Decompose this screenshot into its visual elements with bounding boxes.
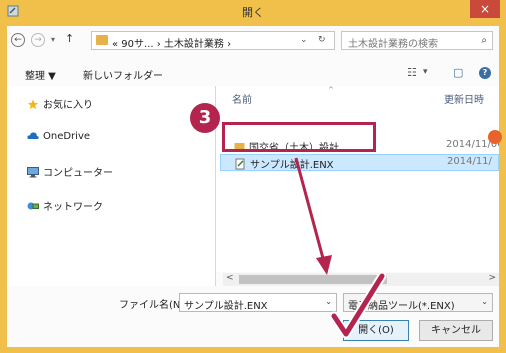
column-header-name[interactable]: 名前: [232, 91, 252, 106]
file-name-text: サンプル設計.ENX: [250, 160, 334, 171]
refresh-icon[interactable]: ↻: [318, 35, 326, 45]
new-folder-button[interactable]: 新しいフォルダー: [83, 67, 163, 82]
filename-field[interactable]: サンプル設計.ENX ⌄: [179, 293, 337, 312]
close-button[interactable]: ×: [470, 0, 500, 18]
open-button[interactable]: 開く(O): [343, 320, 409, 341]
up-button[interactable]: ↑: [65, 32, 74, 45]
scroll-right-icon[interactable]: >: [488, 273, 496, 283]
scroll-thumb[interactable]: [239, 275, 387, 284]
filename-value: サンプル設計.ENX: [184, 301, 268, 312]
computer-icon: [27, 167, 39, 178]
nav-item-computer[interactable]: コンピューター: [27, 164, 113, 179]
view-options-icon[interactable]: ☷: [407, 66, 417, 79]
back-button[interactable]: ←: [11, 33, 25, 47]
network-icon: [27, 202, 39, 210]
command-toolbar: 整理 ▼ 新しいフォルダー ☷ ▾ ▢ ?: [7, 62, 499, 86]
navigation-pane: お気に入り OneDrive コンピューター ネットワーク: [7, 86, 215, 286]
cancel-button[interactable]: キャンセル: [419, 320, 493, 341]
column-header-date[interactable]: 更新日時: [444, 91, 484, 106]
view-dropdown-icon[interactable]: ▾: [423, 67, 428, 77]
nav-item-network[interactable]: ネットワーク: [27, 198, 103, 213]
filename-label: ファイル名(N):: [119, 300, 188, 311]
dialog-client: ← → ▾ ↑ « 90サ... › 土木設計業務 › ⌄ ↻ 土木設計業務の検…: [7, 26, 499, 347]
help-icon[interactable]: ?: [479, 67, 491, 79]
nav-item-label: コンピューター: [43, 168, 113, 179]
chevron-down-icon[interactable]: ⌄: [325, 297, 332, 306]
title-bar: 開く ×: [0, 0, 506, 22]
address-path: « 90サ... › 土木設計業務 ›: [112, 39, 232, 50]
organize-menu[interactable]: 整理 ▼: [25, 67, 56, 82]
nav-item-onedrive[interactable]: OneDrive: [27, 130, 90, 142]
step-number-badge: 3: [190, 103, 220, 133]
nav-item-label: ネットワーク: [43, 202, 103, 213]
nav-item-label: OneDrive: [43, 131, 91, 142]
nav-item-label: お気に入り: [43, 100, 93, 111]
search-box[interactable]: 土木設計業務の検索 ⌕: [341, 31, 493, 50]
address-dropdown-icon[interactable]: ⌄: [300, 35, 308, 45]
scroll-left-icon[interactable]: <: [226, 273, 234, 283]
address-row: ← → ▾ ↑ « 90サ... › 土木設計業務 › ⌄ ↻ 土木設計業務の検…: [7, 26, 499, 56]
file-name: サンプル設計.ENX: [235, 156, 334, 171]
forward-button[interactable]: →: [31, 33, 45, 47]
star-icon: [27, 99, 39, 110]
search-icon[interactable]: ⌕: [481, 35, 487, 46]
folder-icon: [96, 35, 108, 45]
file-row-selected[interactable]: サンプル設計.ENX 2014/11/: [220, 154, 499, 171]
highlight-box: [222, 122, 376, 152]
address-bar[interactable]: « 90サ... › 土木設計業務 › ⌄ ↻: [91, 31, 335, 50]
file-list-pane: ^ 名前 更新日時 国交省（土木）設計 2014/11/06 1 サンプル設計.…: [216, 86, 499, 272]
cursor-dot-icon: [488, 130, 502, 144]
preview-pane-icon[interactable]: ▢: [453, 66, 463, 79]
history-dropdown-icon[interactable]: ▾: [51, 35, 55, 44]
sort-caret-icon: ^: [328, 86, 334, 94]
nav-item-favorites[interactable]: お気に入り: [27, 96, 93, 111]
window-title: 開く: [242, 6, 264, 19]
horizontal-scrollbar[interactable]: < >: [223, 273, 499, 286]
open-dialog-window: 開く × ← → ▾ ↑ « 90サ... › 土木設計業務 › ⌄ ↻ 土木設…: [0, 0, 506, 353]
file-date: 2014/11/: [447, 156, 492, 167]
chevron-down-icon[interactable]: ⌄: [481, 297, 488, 306]
document-icon: [235, 158, 245, 170]
search-placeholder: 土木設計業務の検索: [348, 39, 438, 50]
cloud-icon: [27, 132, 39, 139]
filetype-select[interactable]: 電子納品ツール(*.ENX) ⌄: [343, 293, 493, 312]
filetype-value: 電子納品ツール(*.ENX): [348, 301, 455, 312]
